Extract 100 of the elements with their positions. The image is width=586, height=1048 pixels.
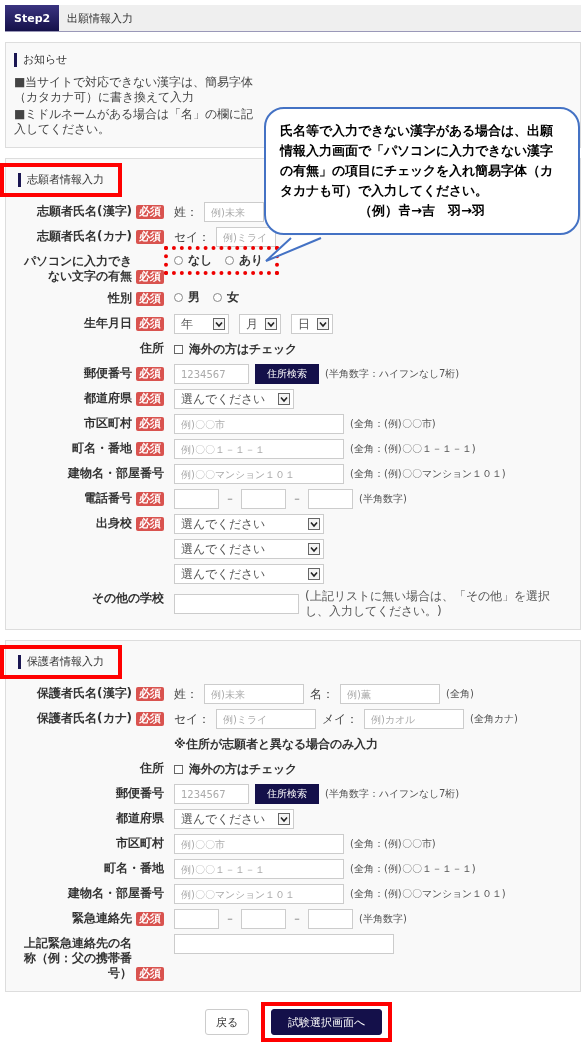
name-prefix: メイ： xyxy=(322,710,358,728)
select-field[interactable]: 日 xyxy=(291,314,333,334)
hint-text: (全角：(例)〇〇市) xyxy=(350,418,437,430)
field-label: 住所 xyxy=(140,761,164,776)
name-prefix: 姓： xyxy=(174,685,198,703)
name-prefix: セイ： xyxy=(174,710,210,728)
text-field[interactable] xyxy=(174,909,219,929)
field-label: 市区町村 xyxy=(84,416,132,431)
select-field[interactable]: 選んでください xyxy=(174,389,294,409)
field-label: 志願者氏名(カナ) xyxy=(37,229,132,244)
text-field[interactable] xyxy=(241,489,286,509)
text-field[interactable]: 例)未来 xyxy=(204,202,264,222)
radio-button[interactable] xyxy=(225,256,234,265)
required-badge: 必須 xyxy=(136,367,164,381)
radio-button[interactable] xyxy=(174,256,183,265)
required-badge: 必須 xyxy=(136,517,164,531)
field-label: 電話番号 xyxy=(84,491,132,506)
radio-button[interactable] xyxy=(213,293,222,302)
field-label: 志願者氏名(漢字) xyxy=(37,204,132,219)
hint-text: (全角) xyxy=(446,688,475,700)
field-label: 町名・番地 xyxy=(72,441,132,456)
chevron-icon xyxy=(213,318,225,330)
search-address-button[interactable]: 住所検索 xyxy=(255,784,319,804)
text-field[interactable] xyxy=(174,934,394,954)
required-badge: 必須 xyxy=(136,687,164,701)
step-label: Step2 xyxy=(5,5,60,31)
chevron-icon xyxy=(308,543,320,555)
field-label: 保護者氏名(カナ) xyxy=(37,711,132,726)
option-label: なし xyxy=(188,252,212,269)
field-label: 市区町村 xyxy=(116,836,164,851)
checkbox[interactable] xyxy=(174,764,183,774)
search-address-button[interactable]: 住所検索 xyxy=(255,364,319,384)
required-badge: 必須 xyxy=(136,442,164,456)
chevron-icon xyxy=(278,393,290,405)
field-label: 性別 xyxy=(108,291,132,306)
text-field[interactable] xyxy=(174,594,299,614)
name-prefix: セイ： xyxy=(174,228,210,246)
text-field[interactable] xyxy=(174,489,219,509)
notice-text: ■ミドルネームがある場合は「名」の欄に記入してください。 xyxy=(14,107,254,137)
field-label: 出身校 xyxy=(96,516,132,531)
dash-text: － xyxy=(292,492,302,506)
select-field[interactable]: 選んでください xyxy=(174,539,324,559)
field-label: 保護者氏名(漢字) xyxy=(37,686,132,701)
select-field[interactable]: 選んでください xyxy=(174,809,294,829)
text-field[interactable]: 1234567 xyxy=(174,784,249,804)
name-prefix: 姓： xyxy=(174,203,198,221)
text-field[interactable]: 例)未来 xyxy=(204,684,304,704)
text-field[interactable]: 例)カオル xyxy=(364,709,464,729)
text-field[interactable] xyxy=(241,909,286,929)
required-badge: 必須 xyxy=(136,317,164,331)
select-field[interactable]: 選んでください xyxy=(174,564,324,584)
hint-text: (全角：(例)〇〇１－１－１) xyxy=(350,443,477,455)
name-prefix: 名： xyxy=(310,685,334,703)
text-field[interactable] xyxy=(308,489,353,509)
text-field[interactable] xyxy=(308,909,353,929)
option-label: あり xyxy=(239,252,263,269)
field-label: パソコンに入力できない文字の有無 xyxy=(23,254,132,284)
field-label: 建物名・部屋番号 xyxy=(68,466,164,481)
required-badge: 必須 xyxy=(136,230,164,244)
checkbox-label: 海外の方はチェック xyxy=(189,340,297,358)
hint-text: (上記リストに無い場合は、「その他」を選択し、入力してください。) xyxy=(305,589,551,619)
chevron-icon xyxy=(265,318,277,330)
hint-text: (全角カナ) xyxy=(470,713,519,725)
notice-text: ■当サイトで対応できない漢字は、簡易字体（カタカナ可）に書き換えて入力 xyxy=(14,75,254,105)
field-label: 都道府県 xyxy=(84,391,132,406)
hint-text: (半角数字) xyxy=(359,493,408,505)
hint-text: (全角：(例)〇〇１－１－１) xyxy=(350,863,477,875)
hint-text: (全角：(例)〇〇マンション１０１) xyxy=(350,888,507,900)
back-button[interactable]: 戻る xyxy=(204,1009,249,1035)
select-field[interactable]: 月 xyxy=(239,314,281,334)
select-field[interactable]: 年 xyxy=(174,314,229,334)
field-label: 町名・番地 xyxy=(104,861,164,876)
dash-text: － xyxy=(292,912,302,926)
field-label: 郵便番号 xyxy=(116,786,164,801)
select-field[interactable]: 選んでください xyxy=(174,514,324,534)
option-label: 女 xyxy=(227,289,239,306)
chevron-icon xyxy=(308,568,320,580)
required-badge: 必須 xyxy=(136,205,164,219)
required-badge: 必須 xyxy=(136,417,164,431)
section-heading: 志願者情報入力 xyxy=(18,173,104,187)
text-field[interactable]: 例)ミライ xyxy=(216,227,276,247)
example-text: （例）𠮷→吉 羽→羽 xyxy=(358,202,486,220)
chevron-icon xyxy=(278,813,290,825)
text-field[interactable]: 例)ミライ xyxy=(216,709,316,729)
text-field[interactable]: 1234567 xyxy=(174,364,249,384)
hint-text: (全角：(例)〇〇マンション１０１) xyxy=(350,468,507,480)
dash-text: － xyxy=(225,492,235,506)
required-badge: 必須 xyxy=(136,912,164,926)
required-badge: 必須 xyxy=(136,712,164,726)
hint-text: (半角数字：ハイフンなし7桁) xyxy=(325,788,461,800)
hint-text: (半角数字) xyxy=(359,913,408,925)
next-button[interactable]: 試験選択画面へ xyxy=(270,1009,382,1035)
dash-text: － xyxy=(225,912,235,926)
option-label: 男 xyxy=(188,289,200,306)
text-field[interactable]: 例)薫 xyxy=(340,684,440,704)
field-label: 住所 xyxy=(140,341,164,356)
field-label: 上記緊急連絡先の名称（例：父の携帯番号） xyxy=(23,936,132,981)
checkbox[interactable] xyxy=(174,344,183,354)
radio-button[interactable] xyxy=(174,293,183,302)
field-label: 郵便番号 xyxy=(84,366,132,381)
